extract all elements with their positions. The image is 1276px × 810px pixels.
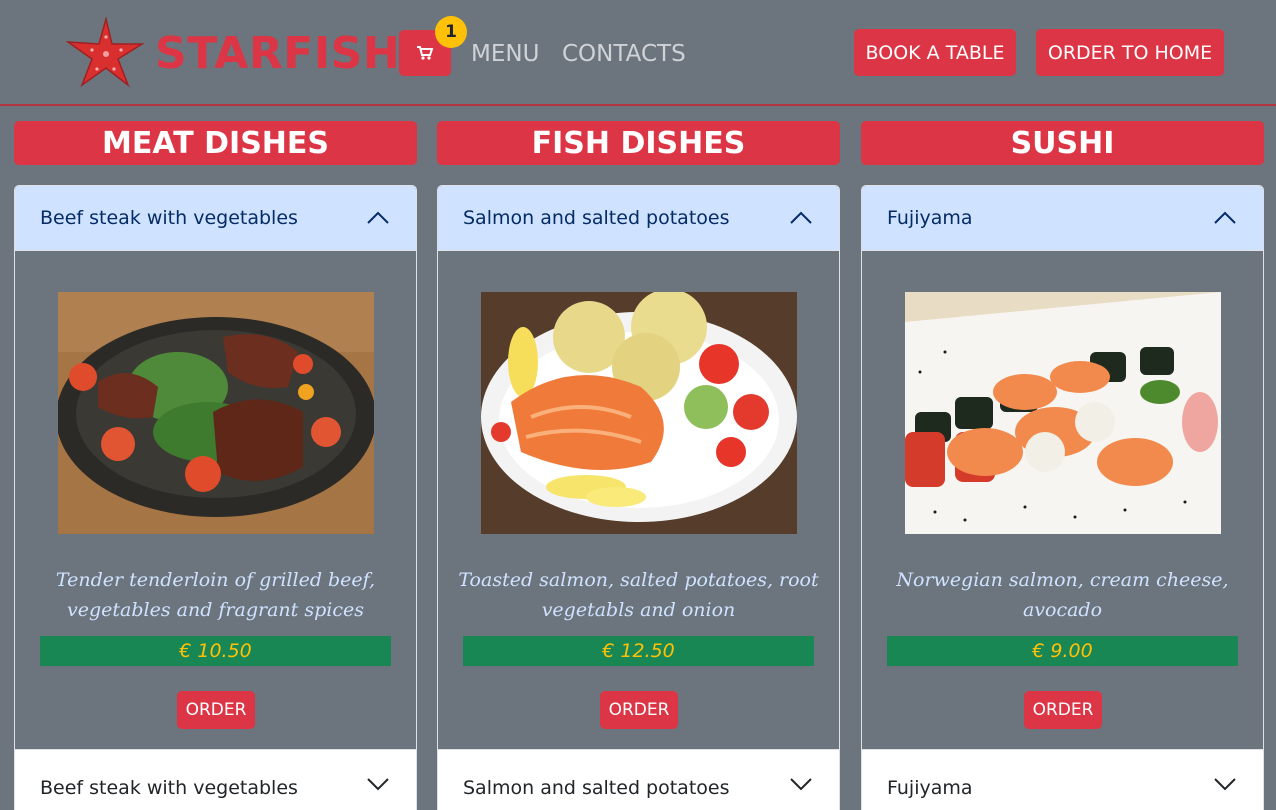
chevron-down-icon <box>367 778 389 791</box>
accordion-item-label: Salmon and salted potatoes <box>463 777 730 799</box>
dish-price: € 12.50 <box>463 636 814 666</box>
cart-count-badge: 1 <box>435 16 467 48</box>
nav-menu-link[interactable]: MENU <box>471 38 539 70</box>
order-button[interactable]: ORDER <box>1024 691 1102 729</box>
dish-price: € 10.50 <box>40 636 391 666</box>
cart-icon <box>417 46 434 60</box>
dish-description: Norwegian salmon, cream cheese, avocado <box>896 569 1229 621</box>
beef-steak-image <box>58 292 374 534</box>
accordion-header-collapsed[interactable]: Beef steak with vegetables <box>15 749 416 810</box>
dish-accordion: Salmon and salted potatoes Toasted salmo… <box>437 185 840 810</box>
chevron-up-icon <box>367 211 389 224</box>
accordion-item-label: Fujiyama <box>887 777 973 799</box>
order-to-home-button[interactable]: ORDER TO HOME <box>1036 29 1224 76</box>
accordion-item-label: Beef steak with vegetables <box>40 207 298 229</box>
dish-accordion: Fujiyama Norwegian salmon, cream cheese,… <box>861 185 1264 810</box>
starfish-logo-icon[interactable] <box>66 17 144 87</box>
dish-description: Toasted salmon, salted potatoes, root ve… <box>458 569 819 621</box>
accordion-item-label: Salmon and salted potatoes <box>463 207 730 229</box>
accordion-header-open[interactable]: Salmon and salted potatoes <box>438 186 839 251</box>
accordion-item-label: Beef steak with vegetables <box>40 777 298 799</box>
nav-contacts-link[interactable]: CONTACTS <box>562 38 686 70</box>
accordion-header-collapsed[interactable]: Fujiyama <box>862 749 1263 810</box>
order-button[interactable]: ORDER <box>600 691 678 729</box>
category-column-sushi: SUSHI Fujiyama Norwegian salmon, cream c… <box>861 121 1264 810</box>
chevron-up-icon <box>790 211 812 224</box>
brand-name[interactable]: STARFISH <box>155 26 400 82</box>
category-column-meat: MEAT DISHES Beef steak with vegetables T… <box>14 121 417 810</box>
chevron-down-icon <box>1214 778 1236 791</box>
accordion-header-open[interactable]: Fujiyama <box>862 186 1263 251</box>
category-title: MEAT DISHES <box>14 121 417 165</box>
dish-price: € 9.00 <box>887 636 1238 666</box>
navbar: STARFISH 1 MENU CONTACTS BOOK A TABLE OR… <box>0 0 1276 106</box>
dish-accordion: Beef steak with vegetables Tender tender… <box>14 185 417 810</box>
dish-description: Tender tenderloin of grilled beef, veget… <box>55 569 376 621</box>
order-button[interactable]: ORDER <box>177 691 255 729</box>
book-table-button[interactable]: BOOK A TABLE <box>854 29 1016 76</box>
category-column-fish: FISH DISHES Salmon and salted potatoes T… <box>437 121 840 810</box>
accordion-item-label: Fujiyama <box>887 207 973 229</box>
category-title: SUSHI <box>861 121 1264 165</box>
accordion-header-open[interactable]: Beef steak with vegetables <box>15 186 416 251</box>
sushi-image <box>905 292 1221 534</box>
chevron-down-icon <box>790 778 812 791</box>
accordion-header-collapsed[interactable]: Salmon and salted potatoes <box>438 749 839 810</box>
chevron-up-icon <box>1214 211 1236 224</box>
category-title: FISH DISHES <box>437 121 840 165</box>
salmon-potatoes-image <box>481 292 797 534</box>
